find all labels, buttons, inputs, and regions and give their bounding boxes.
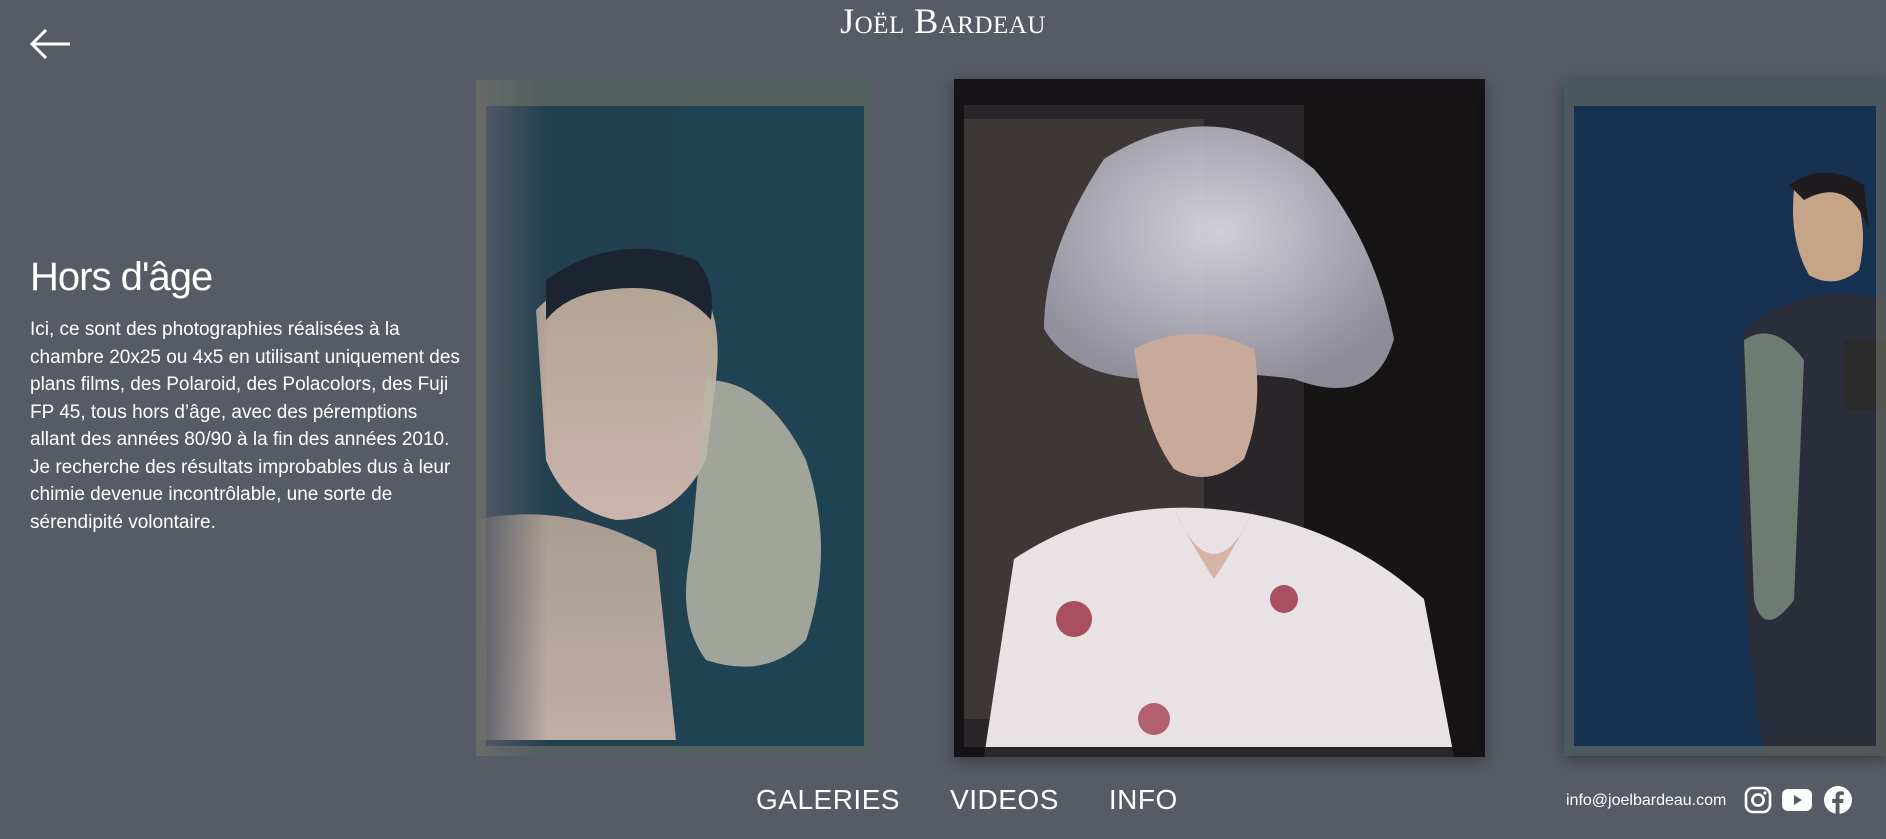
gallery-photo-3[interactable]: [1564, 80, 1886, 756]
nav-item-galeries[interactable]: GALERIES: [756, 782, 900, 818]
main-nav: GALERIES VIDEOS INFO: [756, 782, 1178, 818]
instagram-icon: [1744, 786, 1772, 814]
site-title[interactable]: Joël Bardeau: [0, 0, 1886, 42]
photo-3-image: [1564, 80, 1886, 756]
photo-1-image: [476, 80, 874, 756]
gallery-description: Ici, ce sont des photographies réalisées…: [30, 319, 460, 533]
youtube-link[interactable]: [1781, 784, 1813, 816]
instagram-link[interactable]: [1742, 784, 1774, 816]
gallery-photo-2[interactable]: [954, 79, 1485, 757]
contact-email-link[interactable]: info@joelbardeau.com: [1566, 791, 1726, 811]
youtube-icon: [1782, 789, 1812, 811]
gallery-page: Joël Bardeau Hors d'âge Ici, ce sont des…: [0, 0, 1886, 839]
gallery-title: Hors d'âge: [30, 255, 213, 299]
nav-item-info[interactable]: INFO: [1109, 782, 1178, 818]
photo-2-image: [954, 79, 1485, 757]
nav-item-videos[interactable]: VIDEOS: [950, 782, 1059, 818]
facebook-icon: [1824, 786, 1852, 814]
gallery-photo-1[interactable]: [476, 80, 874, 756]
facebook-link[interactable]: [1822, 784, 1854, 816]
